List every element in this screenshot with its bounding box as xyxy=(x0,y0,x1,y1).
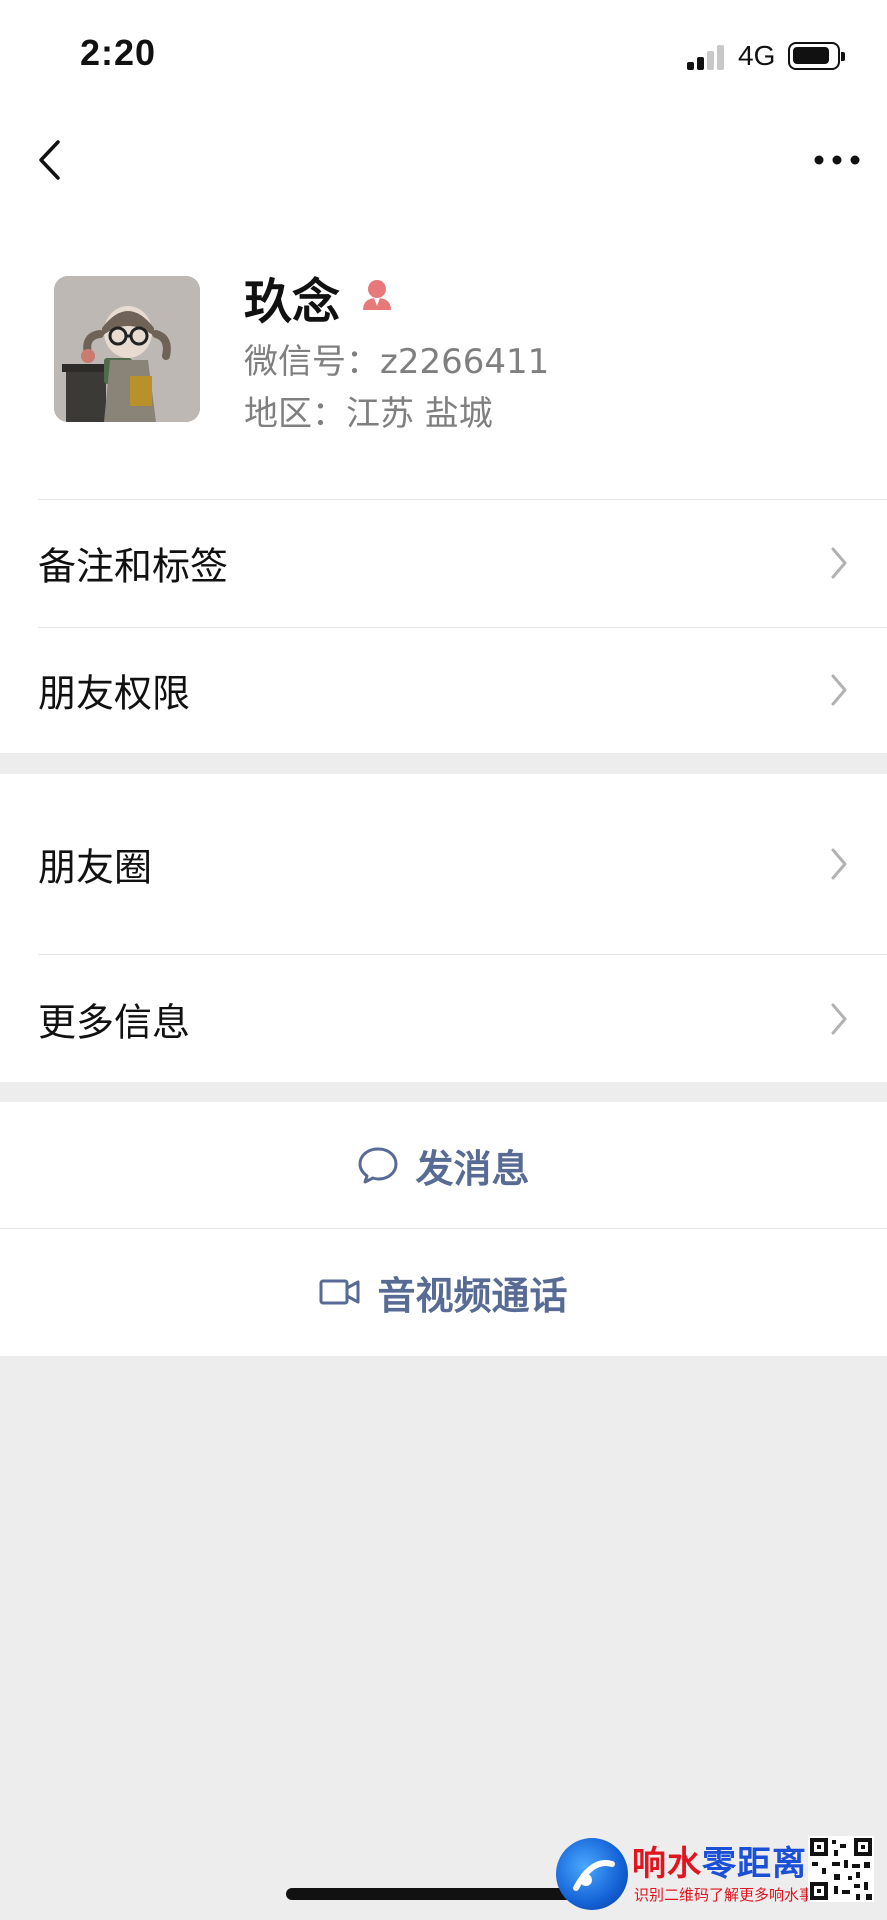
home-indicator[interactable] xyxy=(286,1888,602,1900)
watermark: 响水零距离 识别二维码了解更多响水事 xyxy=(556,1836,876,1912)
video-call-button[interactable]: 音视频通话 xyxy=(0,1228,887,1356)
chevron-right-icon xyxy=(831,547,847,579)
video-call-label: 音视频通话 xyxy=(377,1273,568,1318)
navigation-bar xyxy=(0,110,887,210)
video-camera-icon xyxy=(319,1279,360,1305)
status-time: 2:20 xyxy=(80,32,157,73)
more-options-button[interactable] xyxy=(807,130,867,190)
chevron-right-icon xyxy=(831,848,847,880)
chevron-right-icon xyxy=(831,1003,847,1034)
menu-item-label: 更多信息 xyxy=(38,1000,191,1044)
qr-code-icon xyxy=(808,1836,874,1902)
watermark-title: 响水零距离 xyxy=(632,1844,807,1884)
menu-group-settings: 备注和标签 朋友权限 xyxy=(0,500,887,753)
female-icon xyxy=(363,280,391,310)
back-button[interactable] xyxy=(28,130,88,190)
region: 地区：江苏 盐城 xyxy=(244,394,493,434)
menu-item-remarks-tags[interactable]: 备注和标签 xyxy=(0,500,887,626)
avatar-image xyxy=(54,276,200,422)
battery-icon xyxy=(788,42,845,70)
cellular-signal-icon xyxy=(687,44,727,70)
chevron-left-icon xyxy=(39,140,60,180)
send-message-label: 发消息 xyxy=(415,1146,530,1191)
profile-header: 玖念 微信号：z2266411 地区：江苏 盐城 xyxy=(0,210,887,500)
menu-item-label: 备注和标签 xyxy=(38,544,229,589)
menu-group-info: 朋友圈 更多信息 xyxy=(0,774,887,1082)
wechat-id: 微信号：z2266411 xyxy=(244,342,550,382)
chevron-right-icon xyxy=(831,674,847,706)
menu-item-label: 朋友圈 xyxy=(38,845,153,890)
menu-item-label: 朋友权限 xyxy=(38,671,191,716)
status-bar: 2:20 4G xyxy=(0,0,887,110)
avatar[interactable] xyxy=(54,276,200,422)
network-type: 4G xyxy=(738,40,776,71)
watermark-subtitle: 识别二维码了解更多响水事 xyxy=(634,1886,815,1904)
contact-name: 玖念 xyxy=(244,274,341,330)
send-message-button[interactable]: 发消息 xyxy=(0,1102,887,1228)
menu-item-friend-permissions[interactable]: 朋友权限 xyxy=(0,627,887,753)
menu-item-moments[interactable]: 朋友圈 xyxy=(0,774,887,954)
watermark-logo xyxy=(556,1838,628,1910)
chat-bubble-icon xyxy=(358,1147,398,1184)
ellipsis-icon xyxy=(814,155,860,165)
action-group: 发消息 音视频通话 xyxy=(0,1102,887,1356)
menu-item-more-info[interactable]: 更多信息 xyxy=(0,955,887,1082)
